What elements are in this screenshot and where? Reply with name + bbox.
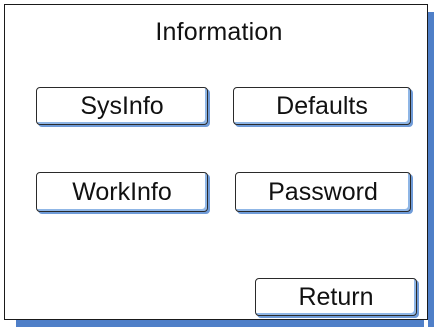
return-button[interactable]: Return [255,278,417,316]
panel-shadow-bottom [16,320,424,327]
panel-shadow-right [428,12,434,327]
password-button[interactable]: Password [235,172,411,212]
page-title: Information [155,18,283,46]
workinfo-button[interactable]: WorkInfo [36,172,208,212]
defaults-button[interactable]: Defaults [233,87,411,125]
information-panel [4,4,428,320]
sysinfo-button[interactable]: SysInfo [36,87,208,125]
